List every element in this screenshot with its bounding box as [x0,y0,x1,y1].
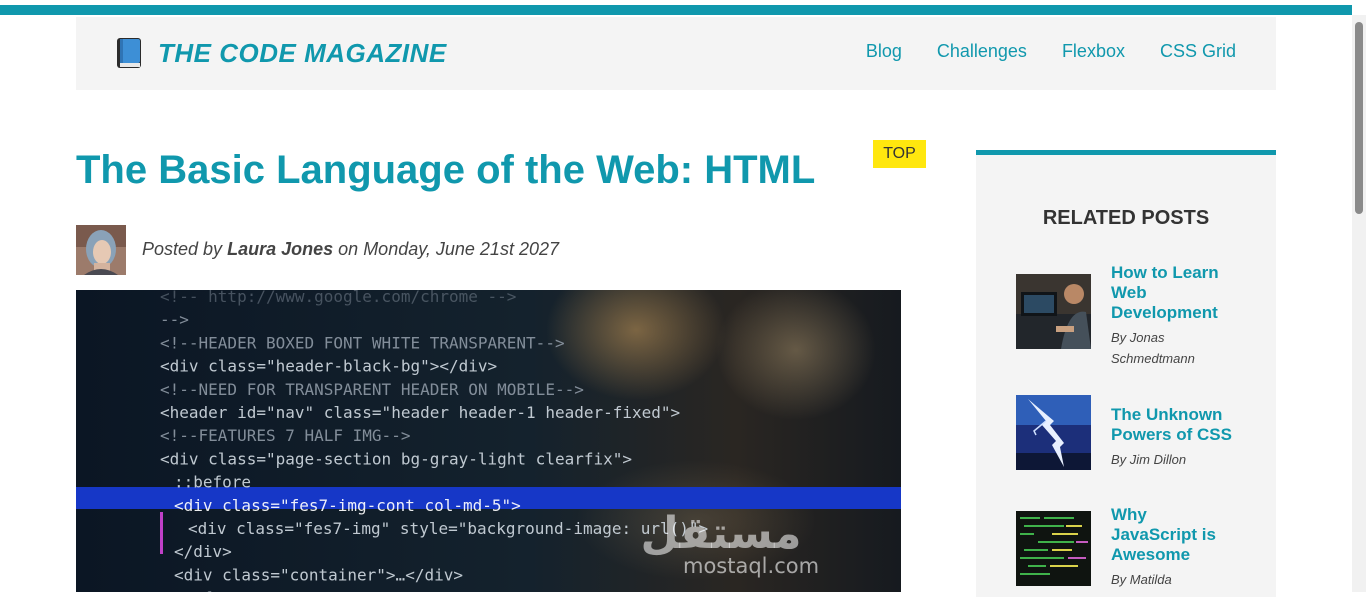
related-post-thumbnail[interactable] [1016,395,1091,470]
related-post-title[interactable]: The Unknown Powers of CSS [1111,405,1261,445]
code-line: <div class="fes7-img-cont col-md-5"> [174,496,521,515]
code-line: ::after [174,589,242,592]
code-line: <div class="fes7-img" style="background-… [188,519,708,538]
watermark-arabic: مستقل [641,508,802,559]
code-line: <!--HEADER BOXED FONT WHITE TRANSPARENT-… [160,333,565,352]
watermark-latin: mostaql.com [683,554,819,578]
related-post-thumbnail[interactable] [1016,511,1091,586]
title-line: Development [1111,303,1218,322]
code-line: <!--FEATURES 7 HALF IMG--> [160,426,410,445]
nav-link-css-grid[interactable]: CSS Grid [1160,41,1236,62]
related-post-title[interactable]: How to Learn Web Development [1111,263,1261,323]
post-title: The Basic Language of the Web: HTML [76,148,816,192]
author-name: Laura Jones [227,239,334,259]
code-line: ::before [174,473,251,492]
title-line: Web [1111,283,1147,302]
code-line: <div class="header-black-bg"></div> [160,357,497,376]
byline-prefix: Posted by [142,239,223,259]
main-nav: Blog Challenges Flexbox CSS Grid [866,41,1236,62]
scrollbar-thumb[interactable] [1355,22,1363,214]
byline-on: on [338,239,359,259]
code-line: <!--NEED FOR TRANSPARENT HEADER ON MOBIL… [160,380,584,399]
author-line: Schmedtmann [1111,351,1195,366]
code-line: <header id="nav" class="header header-1 … [160,403,680,422]
related-post-author: By Matilda [1111,569,1251,590]
author-line: By Matilda [1111,572,1172,587]
title-line: The Unknown [1111,405,1223,424]
code-line: <div class="container">…</div> [174,565,463,584]
related-post-author: By Jonas Schmedtmann [1111,327,1251,369]
nav-link-challenges[interactable]: Challenges [937,41,1027,62]
post-byline: Posted by Laura Jones on Monday, June 21… [142,239,559,260]
site-title: THE CODE MAGAZINE [158,37,447,68]
book-icon [117,38,141,68]
related-post-title[interactable]: Why JavaScript is Awesome [1111,505,1261,565]
related-posts-heading: RELATED POSTS [1042,207,1210,229]
title-line: Powers of CSS [1111,425,1232,444]
brand[interactable]: THE CODE MAGAZINE [116,37,447,69]
code-line: </div> [174,542,232,561]
related-posts-panel: RELATED POSTS How to Learn Web Developme… [976,150,1276,597]
author-avatar [76,225,126,275]
author-line: By Jonas [1111,330,1165,345]
title-line: Awesome [1111,545,1191,564]
related-post-thumbnail[interactable] [1016,274,1091,349]
nav-link-blog[interactable]: Blog [866,41,902,62]
code-line: <!-- http://www.google.com/chrome --> [160,290,516,306]
related-post-author: By Jim Dillon [1111,449,1251,470]
code-line: <div class="page-section bg-gray-light c… [160,449,632,468]
top-badge: TOP [873,140,926,168]
hero-image: <!-- http://www.google.com/chrome --> -->… [76,290,901,592]
title-line: JavaScript is [1111,525,1216,544]
title-line: How to Learn [1111,263,1219,282]
post-date: Monday, June 21st 2027 [363,239,559,259]
code-line: --> [160,310,189,329]
author-line: By Jim Dillon [1111,452,1187,467]
top-accent-bar [0,5,1352,15]
nav-link-flexbox[interactable]: Flexbox [1062,41,1125,62]
title-line: Why [1111,505,1147,524]
site-header: THE CODE MAGAZINE Blog Challenges Flexbo… [76,17,1276,90]
